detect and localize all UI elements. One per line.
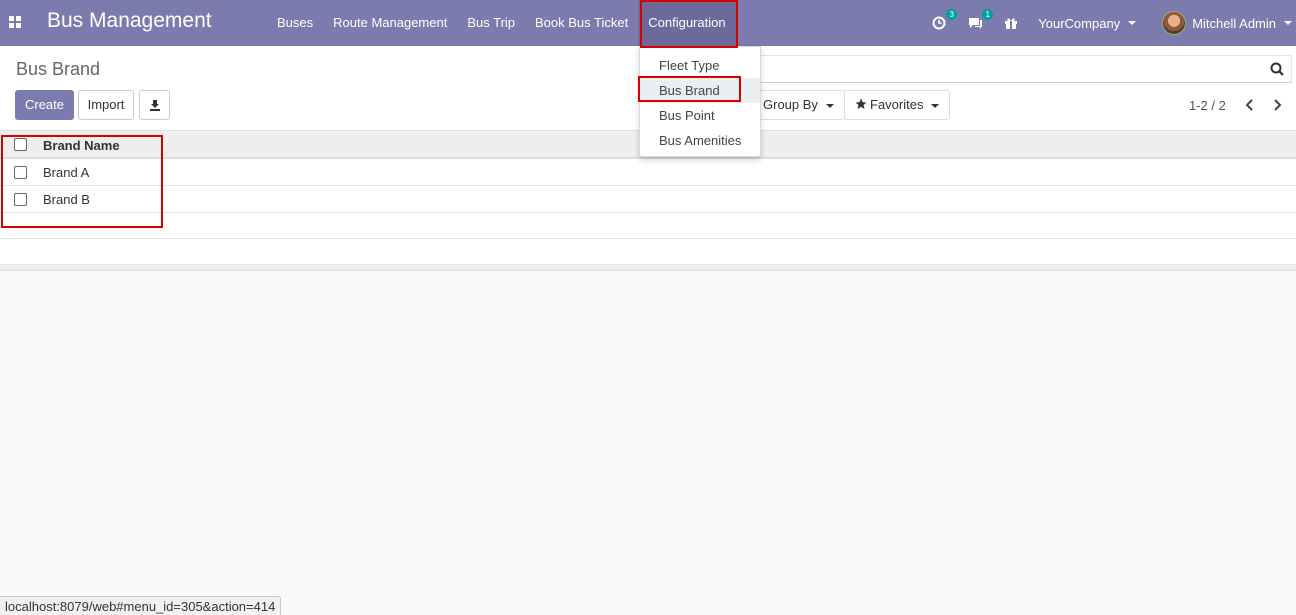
group-by-label: Group By (763, 97, 818, 112)
main-menu: Buses Route Management Bus Trip Book Bus… (267, 0, 736, 46)
row-checkbox[interactable] (14, 193, 27, 206)
download-button[interactable] (139, 90, 170, 120)
favorites-button[interactable]: Favorites (844, 90, 951, 120)
status-bar-url: localhost:8079/web#menu_id=305&action=41… (0, 596, 282, 615)
chevron-down-icon (1284, 21, 1292, 25)
star-icon (855, 98, 867, 109)
brand-name-cell: Brand A (43, 165, 90, 180)
table-row[interactable]: Brand A (0, 159, 1296, 186)
messages-chat-icon[interactable]: 1 (966, 9, 994, 32)
create-button[interactable]: Create (15, 90, 74, 120)
dropdown-item-bus-point[interactable]: Bus Point (640, 103, 760, 128)
user-name: Mitchell Admin (1192, 15, 1276, 31)
dropdown-item-bus-brand[interactable]: Bus Brand (640, 78, 760, 103)
pager-value[interactable]: 1-2 / 2 (1189, 98, 1226, 113)
avatar (1162, 11, 1187, 35)
menu-configuration[interactable]: Configuration (638, 0, 736, 46)
app-title[interactable]: Bus Management (47, 9, 212, 33)
activity-clock-icon[interactable]: 3 (930, 9, 958, 32)
column-header-brand-name[interactable]: Brand Name (43, 138, 120, 153)
dropdown-item-bus-amenities[interactable]: Bus Amenities (640, 128, 760, 153)
group-by-button[interactable]: Group By (752, 90, 845, 120)
dropdown-item-fleet-type[interactable]: Fleet Type (640, 53, 760, 78)
import-button[interactable]: Import (78, 90, 134, 120)
chevron-left-icon[interactable] (1244, 98, 1256, 112)
row-checkbox[interactable] (14, 166, 27, 179)
company-name: YourCompany (1038, 15, 1121, 31)
chevron-right-icon[interactable] (1271, 98, 1283, 112)
table-row[interactable]: Brand B (0, 186, 1296, 213)
gift-icon[interactable] (1002, 14, 1020, 32)
empty-row (0, 213, 1296, 239)
search-icon[interactable] (1270, 62, 1284, 76)
select-all-checkbox[interactable] (14, 138, 27, 151)
chevron-down-icon (1128, 21, 1137, 25)
messages-badge: 1 (982, 9, 994, 20)
empty-row (0, 239, 1296, 265)
chevron-down-icon (825, 103, 834, 108)
table-footer (0, 265, 1296, 271)
menu-buses[interactable]: Buses (267, 0, 323, 46)
menu-bus-trip[interactable]: Bus Trip (457, 0, 525, 46)
top-navbar: Bus Management Buses Route Management Bu… (0, 0, 1296, 46)
chevron-down-icon (931, 103, 940, 108)
apps-grid-icon[interactable] (9, 16, 21, 28)
user-menu[interactable]: Mitchell Admin (1162, 11, 1292, 35)
configuration-dropdown: Fleet Type Bus Brand Bus Point Bus Ameni… (639, 46, 761, 157)
breadcrumb: Bus Brand (16, 59, 101, 79)
activity-badge: 3 (946, 9, 958, 20)
company-switcher[interactable]: YourCompany (1038, 15, 1137, 31)
search-input[interactable] (740, 55, 1292, 83)
menu-route-management[interactable]: Route Management (323, 0, 457, 46)
favorites-label: Favorites (870, 97, 924, 112)
download-icon (149, 100, 160, 111)
brand-name-cell: Brand B (43, 192, 90, 207)
systray: 3 1 YourCompany Mitchell Admin (930, 0, 1296, 46)
menu-book-bus-ticket[interactable]: Book Bus Ticket (525, 0, 638, 46)
